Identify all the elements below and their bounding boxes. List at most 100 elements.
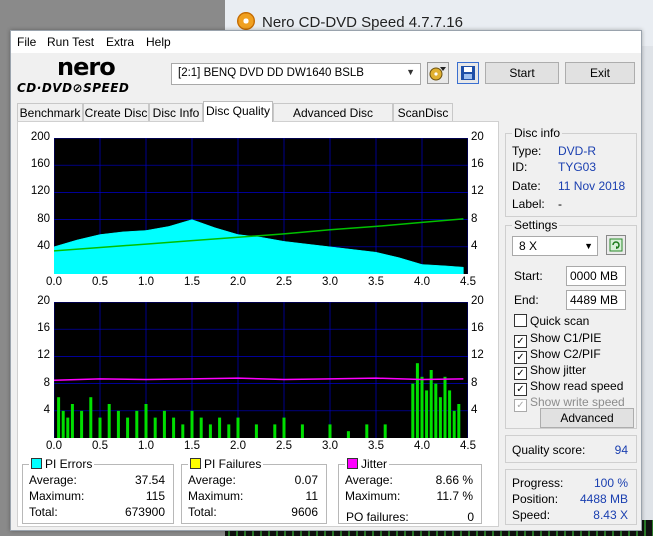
- tab-advanced-disc-quality[interactable]: Advanced Disc Quality: [273, 103, 393, 138]
- disc-info-title: Disc info: [512, 126, 563, 140]
- pi-failures-header: PI Failures: [188, 457, 264, 471]
- advanced-button[interactable]: Advanced: [540, 408, 634, 428]
- disc-info-group: Disc info Type: DVD-R ID: TYG03 Date: 11…: [505, 126, 637, 217]
- disc-date-value: 11 Nov 2018: [558, 179, 626, 193]
- pi-failure-bar: [443, 376, 447, 438]
- progress-value: 100 %: [593, 476, 628, 490]
- pi-failure-bar: [282, 417, 286, 438]
- pif-maximum-label: Maximum:: [188, 489, 244, 503]
- pie-swatch-icon: [31, 458, 42, 469]
- y-tick-label-right: 4: [471, 239, 478, 252]
- pi-failure-bar: [273, 424, 277, 438]
- x-tick-label: 3.5: [368, 276, 384, 288]
- background-window-title: Nero CD-DVD Speed 4.7.7.16: [262, 14, 463, 31]
- y-tick-label-right: 12: [471, 185, 484, 198]
- y-tick-label-right: 12: [471, 349, 484, 362]
- y-tick-label-right: 16: [471, 158, 484, 171]
- menu-run-test[interactable]: Run Test: [47, 35, 94, 49]
- quick-scan-checkbox[interactable]: Quick scan: [514, 314, 589, 328]
- pif-swatch-icon: [190, 458, 201, 469]
- menu-bar: File Run Test Extra Help: [11, 31, 641, 53]
- show-jitter-checkbox[interactable]: ✓ Show jitter: [514, 363, 586, 380]
- disc-label-label: Label:: [512, 197, 545, 211]
- pi-failure-bar: [107, 404, 111, 438]
- tab-disc-info[interactable]: Disc Info: [149, 103, 203, 121]
- show-read-speed-label: Show read speed: [530, 379, 624, 393]
- quick-scan-label: Quick scan: [530, 314, 590, 328]
- jitter-swatch-icon: [347, 458, 358, 469]
- disc-quality-panel: 200 20 160 16 120 12 80 8 40 4 0.0 0.5 1.0 1.5 2.0 2.5 3…: [17, 121, 499, 527]
- pi-errors-chart: [53, 137, 469, 275]
- pi-failure-bar: [429, 370, 433, 438]
- x-tick-label: 3.0: [322, 440, 338, 452]
- start-input[interactable]: 0000 MB: [566, 266, 626, 286]
- pi-failure-bar: [208, 424, 212, 438]
- floppy-save-icon: [461, 66, 475, 80]
- pi-failures-box: PI Failures Average: 0.07 Maximum: 11 To…: [181, 457, 327, 524]
- chart-plot-area: [53, 301, 469, 438]
- x-tick-label: 2.5: [276, 276, 292, 288]
- pi-failures-title: PI Failures: [204, 457, 262, 471]
- pie-total-value: 673900: [124, 505, 165, 519]
- end-input[interactable]: 4489 MB: [566, 290, 626, 310]
- y-tick-label-left: 200: [30, 131, 50, 143]
- show-write-speed-label: Show write speed: [530, 395, 625, 409]
- save-button[interactable]: [457, 62, 479, 84]
- disc-date-label: Date:: [512, 179, 541, 193]
- nero-logo: nero CD·DVD⊘SPEED: [17, 53, 165, 95]
- tab-disc-quality[interactable]: Disc Quality: [203, 101, 273, 122]
- pi-failure-bar: [61, 410, 65, 438]
- menu-file[interactable]: File: [17, 35, 36, 49]
- exit-button[interactable]: Exit: [565, 62, 635, 84]
- jitter-average-value: 8.66 %: [435, 473, 473, 487]
- pi-failure-bar: [346, 431, 350, 438]
- show-read-speed-checkbox[interactable]: ✓ Show read speed: [514, 379, 623, 396]
- pi-failure-bar: [190, 410, 194, 438]
- pi-failure-bar: [116, 410, 120, 438]
- pi-errors-header: PI Errors: [29, 457, 95, 471]
- speed-select-value: 8 X: [519, 239, 538, 253]
- start-button[interactable]: Start: [485, 62, 559, 84]
- pie-maximum-value: 115: [145, 489, 165, 503]
- pie-total-label: Total:: [29, 505, 58, 519]
- tab-scandisc[interactable]: ScanDisc: [393, 103, 453, 121]
- position-label: Position:: [512, 492, 559, 506]
- tab-create-disc[interactable]: Create Disc: [83, 103, 149, 121]
- drive-select[interactable]: [2:1] BENQ DVD DD DW1640 BSLB ▼: [171, 63, 421, 85]
- jitter-maximum-label: Maximum:: [345, 489, 401, 503]
- pi-errors-box: PI Errors Average: 37.54 Maximum: 115 To…: [22, 457, 174, 524]
- pi-failure-bar: [411, 383, 415, 438]
- tab-benchmark[interactable]: Benchmark: [17, 103, 83, 121]
- disc-eject-icon: [429, 67, 446, 81]
- disc-type-value: DVD-R: [558, 144, 596, 158]
- pif-average-value: 0.07: [294, 473, 318, 487]
- pi-failure-bar: [448, 390, 452, 438]
- pi-failure-bar: [80, 410, 84, 438]
- disc-info-button[interactable]: [427, 62, 449, 84]
- quality-score-label: Quality score:: [512, 443, 586, 457]
- menu-help[interactable]: Help: [146, 35, 171, 49]
- y-tick-label-left: 8: [43, 376, 50, 389]
- pi-failure-bar: [98, 417, 102, 438]
- start-label: Start:: [514, 269, 543, 283]
- checkbox-box: [514, 314, 527, 327]
- y-tick-label-left: 80: [37, 212, 50, 225]
- speed-select[interactable]: 8 X ▼: [512, 236, 598, 256]
- pi-failure-bar: [300, 424, 304, 438]
- pi-failure-bar: [438, 397, 442, 438]
- po-failures-value: 0: [467, 510, 474, 524]
- refresh-speed-button[interactable]: [606, 235, 626, 255]
- pi-failure-bar: [162, 410, 166, 438]
- pi-failure-bar: [126, 417, 130, 438]
- y-tick-label-right: 8: [471, 376, 478, 389]
- x-tick-label: 1.5: [184, 440, 200, 452]
- show-c2pif-checkbox[interactable]: ✓ Show C2/PIF: [514, 347, 601, 364]
- y-tick-label-right: 4: [471, 403, 478, 416]
- x-tick-label: 1.5: [184, 276, 200, 288]
- pi-failure-bar: [57, 397, 61, 438]
- show-c1pie-checkbox[interactable]: ✓ Show C1/PIE: [514, 331, 601, 348]
- pi-failure-bar: [425, 390, 429, 438]
- jitter-header: Jitter: [345, 457, 390, 471]
- menu-extra[interactable]: Extra: [106, 35, 134, 49]
- y-tick-label-right: 8: [471, 212, 478, 225]
